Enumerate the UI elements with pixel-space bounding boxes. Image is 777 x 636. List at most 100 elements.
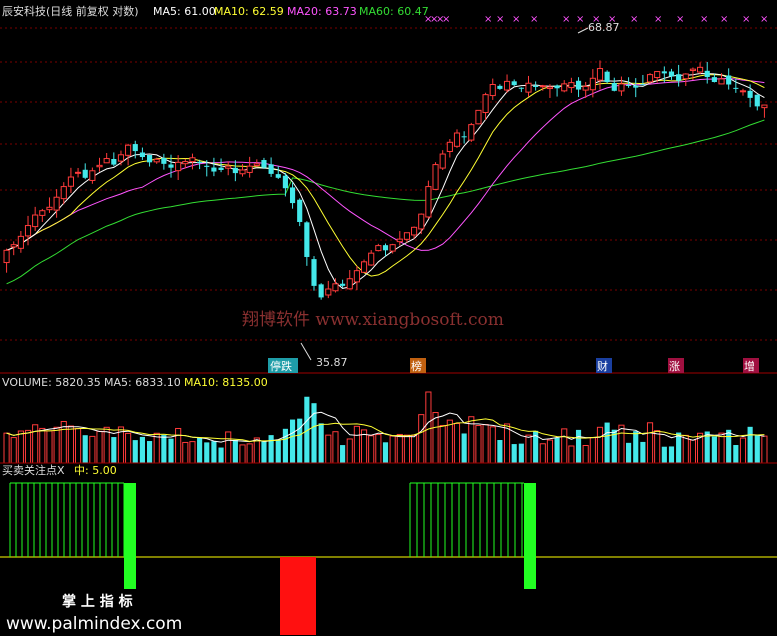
- volume-bar: [74, 428, 82, 464]
- volume-bar: [125, 432, 132, 464]
- volume-bar: [503, 423, 511, 464]
- volume-bars: [3, 391, 768, 464]
- volume-bar: [575, 429, 582, 463]
- volume-bar: [282, 428, 288, 463]
- volume-bar: [246, 443, 253, 464]
- signal-marker: ×: [576, 14, 584, 25]
- volume-bar: [711, 436, 717, 463]
- volume-bar: [389, 435, 396, 464]
- footer-site: www.palmindex.com: [6, 614, 182, 634]
- candle-body: [197, 161, 203, 164]
- event-marker-rise: 涨: [669, 360, 680, 373]
- volume-bar: [382, 442, 389, 463]
- volume-bar: [668, 446, 675, 463]
- candle-body: [568, 82, 575, 89]
- volume-bar: [297, 418, 303, 463]
- volume-bar: [67, 425, 74, 464]
- candle-body: [754, 94, 760, 107]
- indicator-bars: [0, 482, 777, 635]
- volume-bar: [39, 427, 46, 464]
- volume-bar: [640, 441, 646, 463]
- candle-body: [697, 66, 704, 73]
- candle-body: [739, 90, 747, 93]
- signal-marker: ×: [742, 14, 750, 25]
- volume-bar: [146, 441, 153, 463]
- candle-body: [360, 261, 368, 273]
- candle-body: [67, 176, 74, 187]
- ma60-line: [6, 119, 765, 285]
- candle-body: [646, 74, 654, 83]
- ma20-label: MA20: 63.73: [287, 5, 357, 18]
- candle-body: [533, 85, 539, 88]
- volume-bar: [332, 431, 339, 464]
- candle-body: [161, 158, 167, 164]
- candle-body: [325, 288, 332, 296]
- volume-bar: [475, 425, 482, 464]
- ma60-path: [6, 119, 765, 285]
- candle-body: [511, 81, 517, 86]
- candle-body: [704, 70, 710, 78]
- candle-body: [475, 109, 482, 125]
- candle-body: [761, 104, 768, 109]
- volume-bar: [225, 431, 232, 464]
- candle-body: [726, 75, 732, 85]
- signal-marker: ×: [530, 14, 538, 25]
- indicator-name: 买卖关注点X: [2, 463, 65, 477]
- high-annotation: 68.87: [588, 21, 620, 34]
- candle-body: [125, 144, 132, 156]
- candle-body: [411, 226, 418, 236]
- candle-body: [554, 85, 560, 89]
- signal-marker: ×: [654, 14, 662, 25]
- volume-bar: [189, 441, 196, 464]
- candle-body: [482, 94, 489, 114]
- volume-bar: [539, 443, 546, 464]
- volume-bar: [754, 435, 760, 463]
- candle-body: [575, 80, 582, 90]
- candle-body: [139, 152, 145, 158]
- candle-body: [689, 68, 697, 72]
- volume-bar: [518, 443, 524, 463]
- candle-body: [633, 85, 639, 88]
- signal-marker: ×: [496, 14, 504, 25]
- candle-body: [246, 165, 253, 173]
- volume-bar: [32, 424, 39, 464]
- candle-body: [489, 83, 496, 97]
- candle-body: [353, 270, 360, 283]
- event-marker-add: 增: [744, 359, 755, 373]
- volume-bar: [182, 441, 189, 464]
- candle-body: [503, 80, 511, 91]
- candle-body: [396, 238, 403, 243]
- candle-body: [39, 210, 46, 216]
- candle-body: [24, 225, 32, 237]
- volume-bar: [546, 439, 554, 464]
- volume-label: VOLUME: 5820.35: [2, 376, 101, 389]
- volume-bar: [96, 430, 103, 464]
- candle-body: [546, 86, 554, 90]
- candle-body: [182, 161, 189, 165]
- volume-bar: [3, 432, 10, 464]
- volume-bar: [17, 430, 24, 464]
- volume-bar: [82, 435, 88, 463]
- volume-bar: [211, 441, 217, 463]
- signal-marker: ×: [700, 14, 708, 25]
- signal-marker: ×: [720, 14, 728, 25]
- volume-bar: [453, 422, 461, 464]
- candle-body: [539, 85, 546, 88]
- high-pointer: [577, 27, 589, 34]
- candle-body: [275, 174, 281, 178]
- event-marker-list: 榜: [411, 359, 422, 373]
- volume-bar: [53, 426, 60, 464]
- low-annotation: 35.87: [316, 356, 348, 369]
- volume-bar: [554, 437, 560, 463]
- indicator-mid-value: 中: 5.00: [74, 464, 117, 477]
- candle-body: [403, 232, 411, 240]
- volume-bar: [289, 419, 296, 463]
- candle-body: [239, 169, 246, 175]
- ma10-label: MA10: 62.59: [214, 5, 284, 18]
- volume-bar: [747, 426, 753, 463]
- candle-body: [618, 83, 625, 92]
- watermark: 翔博软件 www.xiangbosoft.com: [242, 310, 504, 330]
- volume-bar: [682, 434, 689, 464]
- candle-body: [153, 158, 160, 163]
- candle-body: [382, 245, 389, 251]
